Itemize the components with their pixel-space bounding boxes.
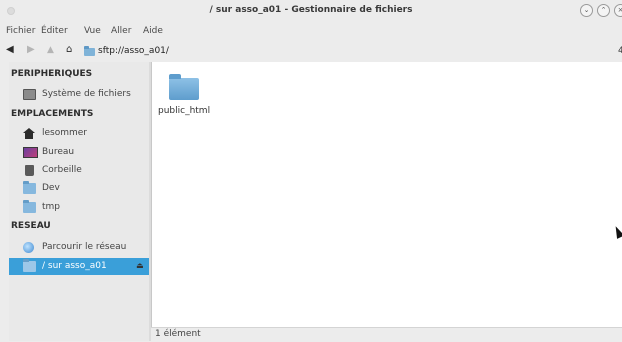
network-globe-icon — [23, 242, 34, 253]
home-icon — [23, 128, 36, 139]
section-header-emplacements: EMPLACEMENTS — [11, 109, 94, 119]
item-count: 1 élément — [155, 329, 201, 339]
location-bar: ◀ ▶ ▲ ⌂ sftp://asso_a01/ 4 — [0, 40, 622, 62]
path-button[interactable]: sftp://asso_a01/ — [98, 46, 169, 56]
folder-icon — [23, 181, 36, 194]
close-button[interactable]: × — [614, 4, 622, 17]
sidebar-item-label: / sur asso_a01 — [42, 261, 107, 271]
sidebar-item-corbeille[interactable]: Corbeille — [9, 162, 149, 179]
sidebar-item-parcourir-le-reseau[interactable]: Parcourir le réseau — [9, 239, 149, 256]
sidebar: PERIPHERIQUES Système de fichiers EMPLAC… — [9, 62, 149, 341]
trash-icon — [25, 165, 34, 176]
file-name: public_html — [158, 106, 211, 116]
sidebar-item-label: lesommer — [42, 128, 88, 138]
title-bar: / sur asso_a01 - Gestionnaire de fichier… — [0, 0, 622, 22]
sidebar-item-label: tmp — [42, 202, 61, 212]
minimize-button[interactable]: ⌄ — [580, 4, 593, 17]
mouse-cursor-icon — [612, 224, 622, 239]
sidebar-item-dev[interactable]: Dev — [9, 180, 149, 197]
status-bar: 1 élément — [151, 327, 622, 342]
sidebar-item-label: Système de fichiers — [42, 89, 131, 99]
menu-vue[interactable]: Vue — [84, 26, 101, 36]
file-view[interactable]: public_html — [151, 62, 622, 327]
sidebar-item-label: Corbeille — [42, 165, 82, 175]
eject-icon[interactable]: ⏏ — [136, 261, 144, 270]
sidebar-item-label: Parcourir le réseau — [42, 242, 127, 252]
folder-icon — [169, 74, 199, 100]
section-header-peripheriques: PERIPHERIQUES — [11, 69, 93, 79]
menu-bar: Fichier Éditer Vue Aller Aide — [0, 22, 622, 40]
path-overflow-indicator: 4 — [618, 46, 622, 56]
window-title: / sur asso_a01 - Gestionnaire de fichier… — [209, 5, 413, 15]
sidebar-item-label: Dev — [42, 183, 60, 193]
sidebar-item-tmp[interactable]: tmp — [9, 199, 149, 216]
menu-fichier[interactable]: Fichier — [6, 26, 35, 36]
path-folder-icon — [84, 46, 95, 56]
back-arrow-icon[interactable]: ◀ — [6, 44, 14, 56]
section-header-reseau: RESEAU — [11, 221, 51, 231]
sidebar-item-systeme-de-fichiers[interactable]: Système de fichiers — [9, 86, 149, 103]
file-item-public-html[interactable]: public_html — [156, 74, 220, 124]
folder-icon — [23, 200, 36, 213]
remote-folder-icon — [23, 259, 36, 272]
sidebar-item-bureau[interactable]: Bureau — [9, 144, 149, 161]
menu-editer[interactable]: Éditer — [41, 26, 68, 36]
up-arrow-icon[interactable]: ▲ — [47, 44, 54, 56]
menu-aide[interactable]: Aide — [143, 26, 163, 36]
desktop-icon — [23, 147, 38, 158]
maximize-button[interactable]: ⌃ — [597, 4, 610, 17]
home-icon[interactable]: ⌂ — [66, 44, 72, 56]
forward-arrow-icon[interactable]: ▶ — [27, 44, 35, 56]
drive-icon — [23, 89, 36, 100]
sidebar-item-label: Bureau — [42, 147, 75, 157]
sidebar-item-lesommer[interactable]: lesommer — [9, 125, 149, 142]
sidebar-item-sur-asso-a01[interactable]: / sur asso_a01 ⏏ — [9, 258, 149, 275]
menu-aller[interactable]: Aller — [111, 26, 131, 36]
